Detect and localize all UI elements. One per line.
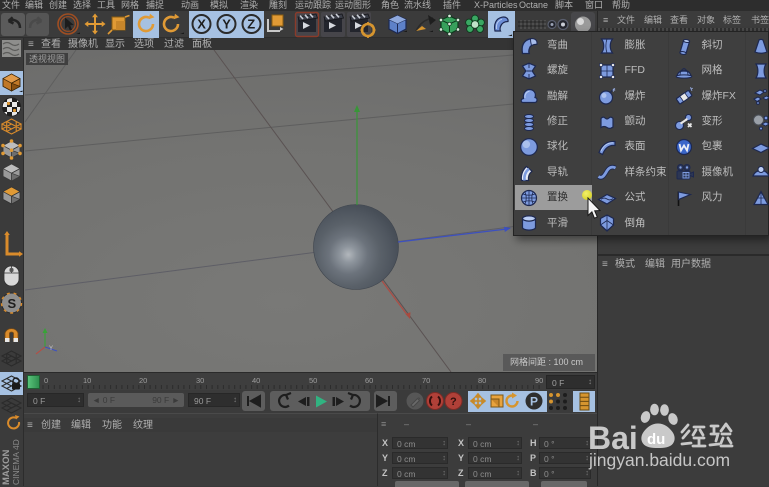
svg-text:S: S — [8, 296, 17, 311]
svg-text:X: X — [197, 17, 206, 32]
svg-text:P: P — [530, 395, 538, 409]
svg-text:30: 30 — [196, 376, 204, 385]
svg-text:CINEMA 4D: CINEMA 4D — [11, 439, 21, 485]
svg-text:0: 0 — [44, 376, 48, 385]
svg-text:?: ? — [450, 396, 457, 408]
svg-text:50: 50 — [309, 376, 317, 385]
svg-text:Z: Z — [247, 17, 255, 32]
svg-text:10: 10 — [83, 376, 91, 385]
svg-text:60: 60 — [365, 376, 373, 385]
svg-text:80: 80 — [478, 376, 486, 385]
svg-text:40: 40 — [252, 376, 260, 385]
svg-text:20: 20 — [139, 376, 147, 385]
svg-text:du: du — [647, 431, 665, 448]
svg-text:70: 70 — [422, 376, 430, 385]
svg-text:jingyan.baidu.com: jingyan.baidu.com — [588, 450, 730, 470]
svg-text:90: 90 — [535, 376, 543, 385]
svg-text:Y: Y — [49, 346, 53, 352]
svg-text:Y: Y — [222, 17, 231, 32]
